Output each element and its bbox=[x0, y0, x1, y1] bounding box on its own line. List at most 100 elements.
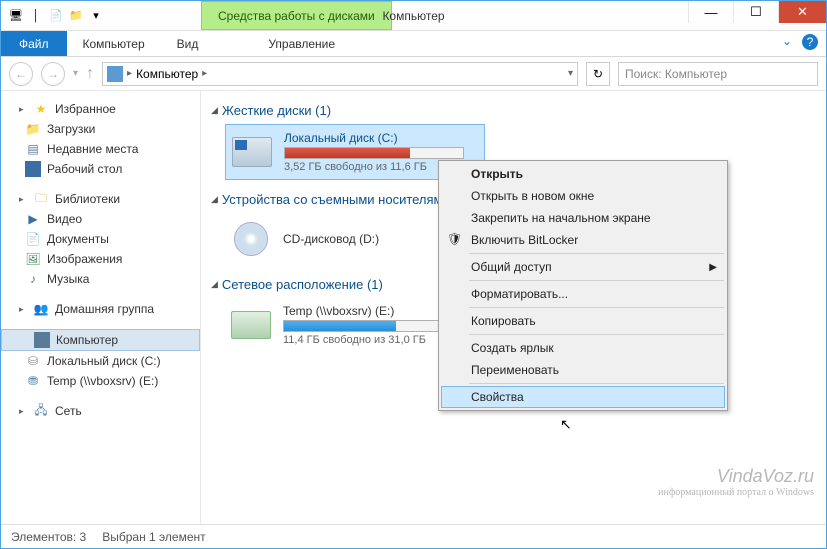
watermark-site: VindaVoz.ru bbox=[658, 466, 814, 487]
separator bbox=[469, 307, 724, 308]
sidebar-item-video[interactable]: ▶Видео bbox=[1, 209, 200, 229]
homegroup-icon: 👥 bbox=[33, 301, 49, 317]
computer-icon bbox=[34, 332, 50, 348]
maximize-button[interactable]: ☐ bbox=[733, 1, 778, 23]
sidebar-item-documents[interactable]: 📄 Документы bbox=[1, 229, 200, 249]
new-folder-icon[interactable]: 📁 bbox=[67, 7, 85, 25]
sidebar-libraries[interactable]: ▸🗀Библиотеки bbox=[1, 189, 200, 209]
sidebar-item-label: Библиотеки bbox=[55, 192, 120, 206]
space-bar bbox=[283, 320, 463, 332]
statusbar: Элементов: 3 Выбран 1 элемент bbox=[1, 524, 826, 548]
sidebar-item-label: Документы bbox=[47, 232, 109, 246]
recent-dropdown-icon[interactable]: ▾ bbox=[73, 68, 78, 79]
sidebar-item-label: Сеть bbox=[55, 404, 82, 418]
watermark: VindaVoz.ru информационный портал о Wind… bbox=[658, 466, 814, 498]
refresh-button[interactable]: ↻ bbox=[586, 62, 610, 86]
sidebar-item-label: Рабочий стол bbox=[47, 162, 122, 176]
section-title: Сетевое расположение (1) bbox=[222, 277, 383, 292]
back-button[interactable]: ← bbox=[9, 62, 33, 86]
sidebar-item-label: Загрузки bbox=[47, 122, 95, 136]
tab-view[interactable]: Вид bbox=[161, 31, 215, 56]
collapse-icon: ◢ bbox=[211, 194, 218, 205]
sidebar-favorites[interactable]: ▸★Избранное bbox=[1, 99, 200, 119]
sidebar-item-temp-e[interactable]: ⛃Temp (\\vboxsrv) (E:) bbox=[1, 371, 200, 391]
section-hdd[interactable]: ◢Жесткие диски (1) bbox=[211, 99, 816, 122]
hdd-icon bbox=[230, 132, 274, 172]
separator bbox=[469, 253, 724, 254]
status-count: Элементов: 3 bbox=[11, 530, 86, 544]
help-icon[interactable]: ? bbox=[802, 34, 818, 50]
sidebar-item-pictures[interactable]: 🖼Изображения bbox=[1, 249, 200, 269]
network-icon: 🖧 bbox=[33, 403, 49, 419]
separator bbox=[469, 383, 724, 384]
ctx-open[interactable]: Открыть bbox=[441, 163, 725, 185]
netdrive-icon: ⛃ bbox=[25, 373, 41, 389]
collapse-icon: ◢ bbox=[211, 279, 218, 290]
sidebar-item-label: Изображения bbox=[47, 252, 122, 266]
ctx-format[interactable]: Форматировать... bbox=[441, 283, 725, 305]
explorer-window: 🖥 │ 📄 📁 ▾ Средства работы с дисками Комп… bbox=[0, 0, 827, 549]
tab-computer[interactable]: Компьютер bbox=[67, 31, 161, 56]
sidebar-item-downloads[interactable]: 📁Загрузки bbox=[1, 119, 200, 139]
sidebar-item-recent[interactable]: ▤Недавние места bbox=[1, 139, 200, 159]
properties-icon[interactable]: 📄 bbox=[47, 7, 65, 25]
section-title: Устройства со съемными носителями bbox=[222, 192, 450, 207]
qat-dropdown-icon[interactable]: ▾ bbox=[87, 7, 105, 25]
minimize-button[interactable]: — bbox=[688, 1, 733, 23]
quick-access-toolbar: 🖥 │ 📄 📁 ▾ bbox=[1, 7, 105, 25]
sidebar-item-label: Музыка bbox=[47, 272, 89, 286]
file-tab[interactable]: Файл bbox=[1, 31, 67, 56]
sidebar-item-label: Домашняя группа bbox=[55, 302, 154, 316]
close-button[interactable]: ✕ bbox=[778, 1, 826, 23]
contextual-tab-disks[interactable]: Средства работы с дисками bbox=[201, 1, 392, 30]
ctx-share[interactable]: Общий доступ ▶ bbox=[441, 256, 725, 278]
star-icon: ★ bbox=[33, 101, 49, 117]
forward-button[interactable]: → bbox=[41, 62, 65, 86]
separator bbox=[469, 334, 724, 335]
submenu-arrow-icon: ▶ bbox=[709, 262, 717, 273]
computer-icon: 🖥 bbox=[7, 7, 25, 25]
up-button[interactable]: ↑ bbox=[86, 65, 94, 83]
ctx-open-new[interactable]: Открыть в новом окне bbox=[441, 185, 725, 207]
tab-manage[interactable]: Управление bbox=[252, 31, 351, 56]
sidebar-computer[interactable]: Компьютер bbox=[1, 329, 200, 351]
sidebar-item-desktop[interactable]: Рабочий стол bbox=[1, 159, 200, 179]
breadcrumb[interactable]: ▸ Компьютер ▸ ▾ bbox=[102, 62, 578, 86]
shield-icon: 🛡 bbox=[447, 232, 463, 248]
ctx-rename[interactable]: Переименовать bbox=[441, 359, 725, 381]
ctx-shortcut[interactable]: Создать ярлык bbox=[441, 337, 725, 359]
chevron-right-icon: ▸ bbox=[127, 68, 132, 79]
sidebar-network[interactable]: ▸🖧Сеть bbox=[1, 401, 200, 421]
separator bbox=[469, 280, 724, 281]
expand-ribbon-icon[interactable]: ⌄ bbox=[782, 34, 792, 50]
sidebar-item-label: Локальный диск (C:) bbox=[47, 354, 161, 368]
library-icon: 🗀 bbox=[33, 191, 49, 207]
sidebar-item-music[interactable]: ♪Музыка bbox=[1, 269, 200, 289]
ctx-pin[interactable]: Закрепить на начальном экране bbox=[441, 207, 725, 229]
desktop-icon bbox=[25, 161, 41, 177]
sidebar-item-local-c[interactable]: ⛁ Локальный диск (C:) bbox=[1, 351, 200, 371]
breadcrumb-dropdown-icon[interactable]: ▾ bbox=[568, 68, 573, 79]
space-bar bbox=[284, 147, 464, 159]
sidebar-homegroup[interactable]: ▸👥Домашняя группа bbox=[1, 299, 200, 319]
window-controls: — ☐ ✕ bbox=[688, 1, 826, 23]
sidebar: ▸★Избранное 📁Загрузки ▤Недавние места Ра… bbox=[1, 91, 201, 524]
breadcrumb-item[interactable]: Компьютер bbox=[136, 67, 198, 81]
ctx-copy[interactable]: Копировать bbox=[441, 310, 725, 332]
navbar: ← → ▾ ↑ ▸ Компьютер ▸ ▾ ↻ Поиск: Компьют… bbox=[1, 57, 826, 91]
ctx-label: Общий доступ bbox=[471, 260, 552, 274]
cd-icon bbox=[229, 219, 273, 259]
ctx-properties[interactable]: Свойства bbox=[441, 386, 725, 408]
chevron-right-icon[interactable]: ▸ bbox=[202, 68, 207, 79]
window-title: Компьютер bbox=[382, 9, 444, 23]
drive-icon: ⛁ bbox=[25, 353, 41, 369]
netdrive-icon bbox=[229, 305, 273, 345]
ctx-bitlocker[interactable]: 🛡Включить BitLocker bbox=[441, 229, 725, 251]
video-icon: ▶ bbox=[25, 211, 41, 227]
sidebar-item-label: Избранное bbox=[55, 102, 116, 116]
status-selected: Выбран 1 элемент bbox=[102, 530, 205, 544]
search-input[interactable]: Поиск: Компьютер bbox=[618, 62, 818, 86]
titlebar: 🖥 │ 📄 📁 ▾ Средства работы с дисками Комп… bbox=[1, 1, 826, 31]
section-title: Жесткие диски (1) bbox=[222, 103, 331, 118]
document-icon: 📄 bbox=[25, 231, 41, 247]
